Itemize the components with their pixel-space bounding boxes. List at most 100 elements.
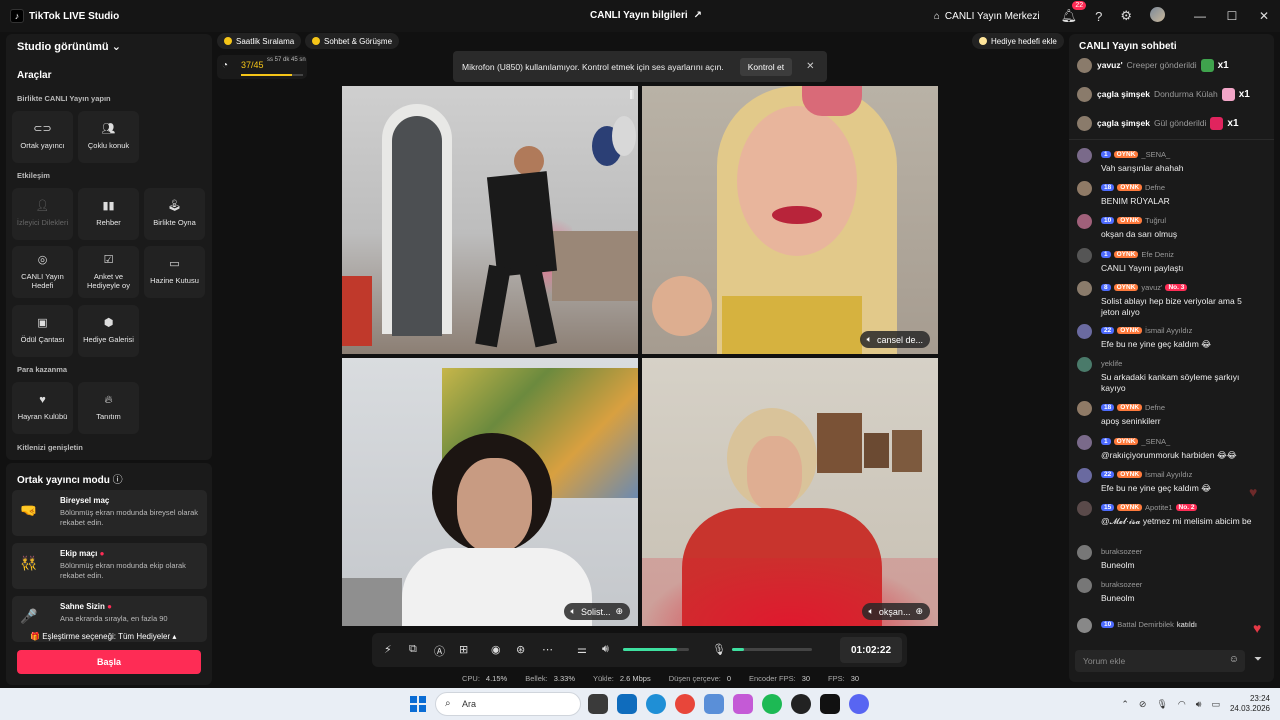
mode-team-match[interactable]: 👯 Ekip maçı ● Bölünmüş ekran modunda eki… bbox=[12, 543, 207, 589]
avatar[interactable] bbox=[1077, 501, 1092, 516]
chat-username[interactable]: _SENA_ bbox=[1141, 150, 1170, 159]
avatar[interactable] bbox=[1077, 468, 1092, 483]
chat-username[interactable]: Apotite1 bbox=[1145, 503, 1173, 512]
more-icon[interactable]: ⋯ bbox=[542, 643, 553, 656]
chat-username[interactable]: yavuz' bbox=[1141, 283, 1162, 292]
studio-view-dropdown[interactable]: Studio görünümü ⌄ bbox=[17, 40, 121, 53]
volume-icon[interactable]: 🔊︎ bbox=[602, 643, 609, 656]
record-icon[interactable]: ◉ bbox=[491, 643, 501, 656]
video-tile-guest-3[interactable]: 🔈︎ okşan... ⊕ bbox=[642, 358, 938, 626]
live-goal-widget[interactable]: ◔ 37/45 ss 57 dk 45 sn bbox=[217, 55, 307, 79]
tool-poll[interactable]: ☑ Anket ve Hediyeyle oy bbox=[78, 246, 139, 298]
avatar[interactable] bbox=[1077, 181, 1092, 196]
tool-cohost[interactable]: ⊂⊃ Ortak yayıncı bbox=[12, 111, 73, 163]
emoji-icon[interactable]: ☺ bbox=[1229, 654, 1239, 665]
network-app-icon[interactable] bbox=[704, 694, 724, 714]
tool-gift-gallery[interactable]: ⬢ Hediye Galerisi bbox=[78, 305, 139, 357]
tool-multi-guest[interactable]: 👥︎ Çoklu konuk bbox=[78, 111, 139, 163]
help-button[interactable]: ? bbox=[1095, 9, 1102, 24]
gift-user[interactable]: yavuz' bbox=[1097, 60, 1123, 70]
copilot-icon[interactable] bbox=[733, 694, 753, 714]
comment-input[interactable]: Yorum ekle ☺ bbox=[1075, 650, 1245, 672]
add-gift-goal-chip[interactable]: Hediye hedefi ekle bbox=[972, 33, 1064, 49]
add-source-icon[interactable]: ⊞ bbox=[459, 643, 468, 656]
add-icon[interactable]: ⊕ bbox=[615, 606, 623, 617]
notifications-button[interactable]: 🔔︎ 22 bbox=[1061, 1, 1087, 24]
chrome-icon[interactable] bbox=[675, 694, 695, 714]
tool-guide[interactable]: ▮▮ Rehber bbox=[78, 188, 139, 240]
check-button[interactable]: Kontrol et bbox=[739, 57, 793, 76]
settings-button[interactable]: ⚙ bbox=[1120, 8, 1132, 24]
chat-username[interactable]: buraksozeer bbox=[1101, 547, 1142, 556]
tool-play-together[interactable]: 🕹︎ Birlikte Oyna bbox=[144, 188, 205, 240]
avatar[interactable] bbox=[1077, 57, 1092, 73]
gift-user[interactable]: çagla şimşek bbox=[1097, 118, 1150, 128]
avatar[interactable] bbox=[1077, 618, 1092, 633]
avatar[interactable] bbox=[1077, 115, 1092, 131]
add-icon[interactable]: ⊕ bbox=[915, 606, 923, 617]
mic-tray-icon[interactable]: 🎙︎ bbox=[1156, 699, 1167, 710]
chevron-up-icon[interactable]: ⌃ bbox=[1121, 699, 1129, 710]
video-tile-host[interactable]: ⫼ bbox=[342, 86, 638, 354]
avatar[interactable] bbox=[1077, 281, 1092, 296]
avatar[interactable] bbox=[1077, 578, 1092, 593]
close-icon[interactable]: ✕ bbox=[806, 61, 814, 72]
hourly-ranking-chip[interactable]: Saatlik Sıralama bbox=[217, 33, 302, 49]
profile-button[interactable] bbox=[1150, 7, 1165, 25]
chat-username[interactable]: Efe Deniz bbox=[1141, 250, 1174, 259]
chat-username[interactable]: İsmail Ayyıldız bbox=[1145, 326, 1192, 335]
wifi-icon[interactable]: ◠ bbox=[1178, 699, 1186, 710]
avatar[interactable] bbox=[1077, 545, 1092, 560]
task-view-icon[interactable] bbox=[588, 694, 608, 714]
close-window-button[interactable]: ✕ bbox=[1248, 9, 1280, 23]
steam-icon[interactable] bbox=[791, 694, 811, 714]
tool-reward-bag[interactable]: ▣ Ödül Çantası bbox=[12, 305, 73, 357]
avatar[interactable] bbox=[1077, 435, 1092, 450]
chat-call-chip[interactable]: Sohbet & Görüşme bbox=[305, 33, 400, 49]
tool-viewer-requests[interactable]: 👤︎ İzleyici Dilekleri bbox=[12, 188, 73, 240]
chat-username[interactable]: yeklife bbox=[1101, 359, 1122, 368]
windows-start-icon[interactable] bbox=[410, 696, 426, 712]
tool-fan-club[interactable]: ♥ Hayran Kulübü bbox=[12, 382, 73, 434]
gift-user[interactable]: çagla şimşek bbox=[1097, 89, 1150, 99]
live-info-button[interactable]: CANLI Yayın bilgileri ↗ bbox=[590, 10, 702, 21]
avatar[interactable] bbox=[1077, 248, 1092, 263]
tool-promote[interactable]: 🔥︎ Tanıtım bbox=[78, 382, 139, 434]
taskbar-search[interactable]: ⌕ Ara bbox=[435, 692, 581, 716]
live-center-button[interactable]: ⌂ CANLI Yayın Merkezi bbox=[934, 11, 1040, 22]
discord-icon[interactable] bbox=[849, 694, 869, 714]
avatar[interactable] bbox=[1077, 86, 1092, 102]
tool-treasure-box[interactable]: ▭ Hazine Kutusu bbox=[144, 246, 205, 298]
avatar[interactable] bbox=[1077, 214, 1092, 229]
volume-slider[interactable] bbox=[623, 648, 689, 651]
avatar[interactable] bbox=[1077, 401, 1092, 416]
avatar[interactable] bbox=[1077, 148, 1092, 163]
outlook-icon[interactable] bbox=[617, 694, 637, 714]
avatar[interactable] bbox=[1077, 324, 1092, 339]
match-option-dropdown[interactable]: 🎁 Eşleştirme seçeneği: Tüm Hediyeler ▴ bbox=[30, 632, 176, 641]
spotify-icon[interactable] bbox=[762, 694, 782, 714]
equalizer-icon[interactable]: ⫼ bbox=[629, 90, 634, 101]
battery-icon[interactable]: ▭ bbox=[1211, 699, 1220, 710]
clock[interactable]: 23:24 24.03.2026 bbox=[1230, 694, 1270, 715]
chat-username[interactable]: Defne bbox=[1145, 403, 1165, 412]
filter-icon[interactable]: ⏷ bbox=[1254, 654, 1262, 665]
minimize-button[interactable]: — bbox=[1184, 9, 1216, 23]
speaker-tray-icon[interactable]: 🔊︎ bbox=[1196, 699, 1202, 710]
audio-settings-icon[interactable]: ⚌ bbox=[577, 643, 587, 656]
video-tile-guest-2[interactable]: 🔈︎ Solist... ⊕ bbox=[342, 358, 638, 626]
mic-slider[interactable] bbox=[732, 648, 812, 651]
chat-username[interactable]: _SENA_ bbox=[1141, 437, 1170, 446]
chat-username[interactable]: Battal Demirbilek bbox=[1117, 620, 1174, 629]
tool-live-goal[interactable]: ◎ CANLI Yayın Hedefi bbox=[12, 246, 73, 298]
microphone-icon[interactable]: 🎙︎ bbox=[712, 643, 726, 656]
video-tile-guest-1[interactable]: 🔈︎ cansel de... bbox=[642, 86, 938, 354]
chat-username[interactable]: Tuğrul bbox=[1145, 216, 1166, 225]
chat-username[interactable]: İsmail Ayyıldız bbox=[1145, 470, 1192, 479]
tiktok-taskbar-icon[interactable] bbox=[820, 694, 840, 714]
ai-icon[interactable]: Ⓐ bbox=[434, 643, 445, 659]
layout-icon[interactable]: ⧉ bbox=[409, 643, 417, 656]
start-button[interactable]: Başla bbox=[17, 650, 201, 674]
chat-username[interactable]: buraksozeer bbox=[1101, 580, 1142, 589]
edge-icon[interactable] bbox=[646, 694, 666, 714]
